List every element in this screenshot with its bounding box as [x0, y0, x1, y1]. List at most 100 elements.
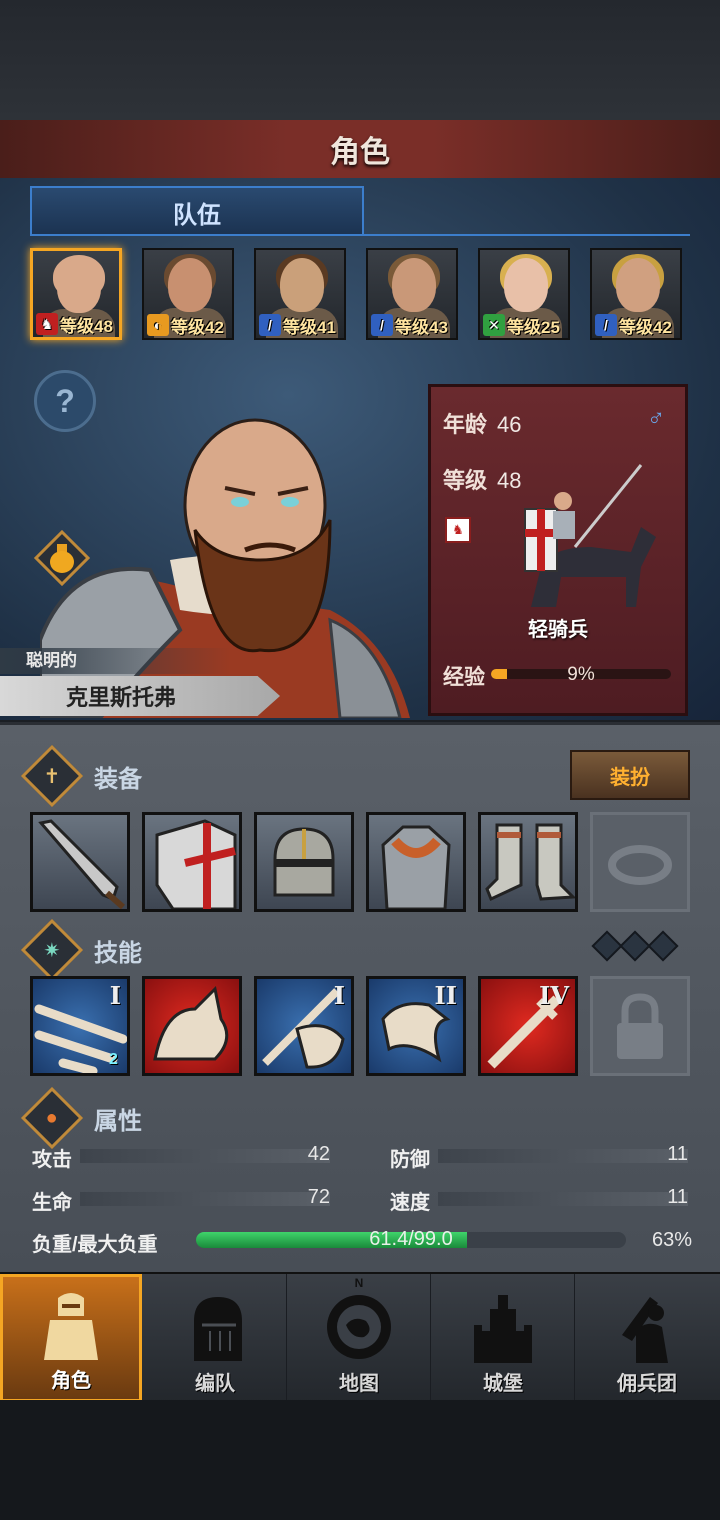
sword-icon: / [595, 314, 617, 336]
nav-character[interactable]: 角色 [0, 1274, 142, 1402]
portrait-level: / 等级41 [256, 312, 344, 338]
skill-slot-1[interactable]: I 2 [30, 976, 130, 1076]
title-bar: 角色 [0, 120, 720, 180]
horse-trample-icon [153, 985, 229, 1061]
portrait-level-text: 等级43 [395, 317, 448, 337]
skill-slot-5[interactable]: IV [478, 976, 578, 1076]
nav-map[interactable]: N 地图 [288, 1274, 431, 1402]
attribute-icon: ● [20, 1086, 84, 1150]
skill-level-badge: 2 [109, 1051, 118, 1068]
party-member-5[interactable]: ✕ 等级25 [478, 248, 570, 340]
nav-mercenary[interactable]: 佣兵团 [576, 1274, 718, 1402]
portrait-level: / 等级42 [592, 312, 680, 338]
male-icon: ♂ [647, 405, 665, 432]
nav-castle[interactable]: 城堡 [432, 1274, 575, 1402]
bow-icon: ✕ [483, 314, 505, 336]
page-title: 角色 [330, 136, 390, 169]
unit-class-name: 轻骑兵 [528, 619, 588, 641]
speed-value: 11 [667, 1186, 688, 1208]
portrait-level: ✕ 等级25 [480, 312, 568, 338]
portrait-face [280, 258, 324, 312]
cavalry-icon: ♞ [36, 313, 58, 335]
dress-button[interactable]: 装扮 [570, 750, 690, 800]
nav-castle-label: 城堡 [483, 1373, 523, 1395]
lock-icon [617, 993, 663, 1059]
speed-label: 速度 [390, 1192, 430, 1214]
portrait-level: ◐ 等级42 [144, 312, 232, 338]
defense-label: 防御 [390, 1149, 430, 1171]
equip-slot-ring[interactable] [590, 812, 690, 912]
armor-icon [381, 825, 451, 911]
equip-slot-shield[interactable] [142, 812, 242, 912]
cross-icon: ✝ [20, 744, 84, 808]
portrait-face [168, 258, 212, 312]
name-plate[interactable]: 克里斯托弗 [0, 676, 280, 716]
skill-rank: II [434, 981, 457, 1010]
tab-party[interactable]: 队伍 [30, 186, 364, 236]
portrait-level-text: 等级48 [60, 316, 113, 336]
sword-icon [38, 819, 125, 910]
top-status-area [0, 0, 720, 120]
load-label: 负重/最大负重 [32, 1234, 158, 1256]
equip-slot-armor[interactable] [366, 812, 466, 912]
party-member-3[interactable]: / 等级41 [254, 248, 346, 340]
bottom-nav: 角色 编队 N 地图 城堡 佣兵团 [0, 1272, 720, 1402]
defense-value: 11 [667, 1143, 688, 1165]
portrait-level-text: 等级42 [619, 317, 672, 337]
skill-slot-2[interactable] [142, 976, 242, 1076]
attributes-header: ● 属性 [20, 1086, 142, 1150]
trait-label: 聪明的 [26, 651, 77, 670]
helmet-icon [194, 1297, 242, 1361]
party-member-6[interactable]: / 等级42 [590, 248, 682, 340]
nav-map-label: 地图 [339, 1373, 379, 1395]
equip-slot-helmet[interactable] [254, 812, 354, 912]
bottom-area [0, 1400, 720, 1520]
boots-icon [485, 823, 577, 902]
skill-rank: IV [539, 981, 569, 1010]
skill-rank: I [109, 981, 121, 1010]
equip-slot-weapon[interactable] [30, 812, 130, 912]
portrait-face [392, 258, 436, 312]
mercenary-icon [622, 1297, 668, 1363]
attack-label: 攻击 [32, 1149, 72, 1171]
skills-header: ✷ 技能 [20, 918, 142, 982]
skill-slot-locked[interactable] [590, 976, 690, 1076]
nav-formation-label: 编队 [195, 1373, 235, 1395]
attack-value: 42 [307, 1143, 330, 1165]
skill-rank: I [333, 981, 345, 1010]
portrait-face [57, 259, 101, 313]
knight-icon [44, 1293, 98, 1360]
exp-percent: 9% [567, 664, 595, 685]
shield-icon: ◐ [147, 314, 169, 336]
equipment-header: ✝ 装备 [20, 744, 142, 808]
nav-character-label: 角色 [51, 1370, 91, 1392]
party-member-1[interactable]: ♞ 等级48 [30, 248, 122, 340]
equip-slot-boots[interactable] [478, 812, 578, 912]
equipment-label: 装备 [94, 765, 142, 793]
hp-value: 72 [307, 1186, 330, 1208]
gem-icon [591, 930, 623, 962]
sword-icon: / [259, 314, 281, 336]
skill-slot-4[interactable]: II [366, 976, 466, 1076]
portrait-face [616, 258, 660, 312]
attributes-label: 属性 [94, 1107, 142, 1135]
level-label: 等级 [443, 468, 488, 493]
skills-label: 技能 [94, 939, 142, 967]
skill-star-icon: ✷ [20, 918, 84, 982]
trait-bar: 聪明的 [0, 648, 230, 674]
portrait-level-text: 等级41 [283, 317, 336, 337]
load-value: 61.4/99.0 [369, 1228, 453, 1250]
unit-figure [524, 464, 656, 607]
helmet-icon [273, 827, 335, 897]
sword-icon: / [371, 314, 393, 336]
nav-formation[interactable]: 编队 [144, 1274, 287, 1402]
party-member-4[interactable]: / 等级43 [366, 248, 458, 340]
skill-slot-3[interactable]: I [254, 976, 354, 1076]
age-label: 年龄 [443, 412, 488, 437]
nav-mercenary-label: 佣兵团 [617, 1373, 677, 1395]
load-percent: 63% [651, 1229, 692, 1251]
compass-icon [327, 1295, 391, 1359]
party-member-2[interactable]: ◐ 等级42 [142, 248, 234, 340]
portrait-face [504, 258, 548, 312]
ring-icon [608, 845, 672, 885]
